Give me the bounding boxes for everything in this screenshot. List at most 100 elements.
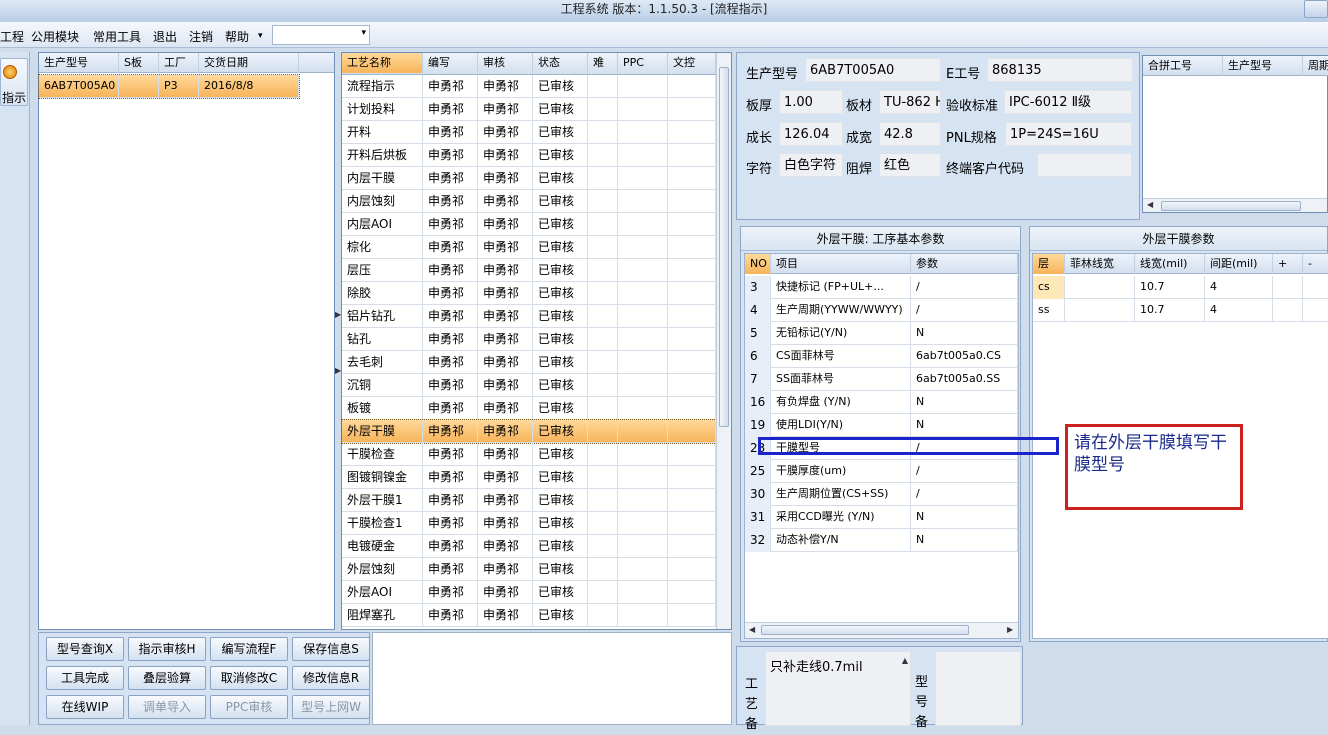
film-cell[interactable] — [1273, 276, 1303, 299]
film-row[interactable]: ss 10.7 4 — [1033, 299, 1328, 322]
process-vscrollbar[interactable] — [716, 53, 731, 629]
process-row[interactable]: 阻焊塞孔 申勇祁 申勇祁 已审核 — [342, 604, 716, 627]
param-cell[interactable]: N — [911, 322, 1018, 345]
publish-model-button[interactable]: 型号上网W — [292, 695, 370, 719]
param-cell[interactable]: N — [911, 506, 1018, 529]
process-row[interactable]: 外层AOI 申勇祁 申勇祁 已审核 — [342, 581, 716, 604]
process-row[interactable]: 电镀硬金 申勇祁 申勇祁 已审核 — [342, 535, 716, 558]
mask-field[interactable]: 红色 — [879, 153, 941, 177]
param-cell[interactable]: / — [911, 483, 1018, 506]
film-cell[interactable]: 10.7 — [1135, 276, 1205, 299]
process-row[interactable]: 内层干膜 申勇祁 申勇祁 已审核 — [342, 167, 716, 190]
col-merge-cycle[interactable]: 周期 — [1303, 56, 1328, 76]
param-row[interactable]: 19 使用LDI(Y/N) N — [745, 414, 1018, 437]
process-row[interactable]: 板镀 申勇祁 申勇祁 已审核 — [342, 397, 716, 420]
process-row[interactable]: 层压 申勇祁 申勇祁 已审核 — [342, 259, 716, 282]
process-row[interactable]: 内层AOI 申勇祁 申勇祁 已审核 — [342, 213, 716, 236]
param-row[interactable]: 4 生产周期(YYWW/WWYY) / — [745, 299, 1018, 322]
scroll-right-icon[interactable]: ▶ — [1007, 625, 1013, 634]
query-model-button[interactable]: 型号查询X — [46, 637, 124, 661]
param-row[interactable]: 32 动态补偿Y/N N — [745, 529, 1018, 552]
scroll-thumb[interactable] — [719, 67, 729, 427]
tool-complete-button[interactable]: 工具完成 — [46, 666, 124, 690]
ppc-review-button[interactable]: PPC审核 — [210, 695, 288, 719]
param-row[interactable]: 16 有负焊盘 (Y/N) N — [745, 391, 1018, 414]
process-row[interactable]: 开料后烘板 申勇祁 申勇祁 已审核 — [342, 144, 716, 167]
process-row[interactable]: 外层干膜1 申勇祁 申勇祁 已审核 — [342, 489, 716, 512]
col-model[interactable]: 生产型号 — [39, 53, 119, 73]
help-dropdown-icon[interactable]: ▾ — [258, 31, 263, 41]
menu-exit[interactable]: 退出 — [153, 28, 177, 45]
film-cell[interactable]: 10.7 — [1135, 299, 1205, 322]
process-row[interactable]: 除胶 申勇祁 申勇祁 已审核 — [342, 282, 716, 305]
e-number-field[interactable]: 868135 — [987, 58, 1133, 82]
param-row[interactable]: 6 CS面菲林号 6ab7t005a0.CS — [745, 345, 1018, 368]
col-plus[interactable]: + — [1273, 254, 1303, 274]
film-cell[interactable] — [1065, 299, 1135, 322]
film-cell[interactable] — [1273, 299, 1303, 322]
col-layer[interactable]: 层 — [1033, 254, 1065, 274]
pnl-field[interactable]: 1P=24S=16U — [1005, 122, 1132, 146]
col-film-linewidth[interactable]: 菲林线宽 — [1065, 254, 1135, 274]
film-cell[interactable] — [1303, 299, 1328, 322]
table-row[interactable]: 6AB7T005A0 P3 2016/8/8 — [38, 74, 300, 99]
menu-common-tools[interactable]: 常用工具 — [93, 28, 141, 45]
menu-common-modules[interactable]: 公用模块 — [31, 28, 79, 45]
param-row[interactable]: 3 快捷标记 (FP+UL+... / — [745, 276, 1018, 299]
film-cell[interactable]: 4 — [1205, 299, 1273, 322]
review-instruction-button[interactable]: 指示审核H — [128, 637, 206, 661]
col-process-name[interactable]: 工艺名称 — [342, 53, 423, 73]
process-notes-field[interactable]: 只补走线0.7mil ▲ — [765, 651, 911, 726]
col-difficulty[interactable]: 难 — [588, 53, 618, 73]
param-cell[interactable]: N — [911, 414, 1018, 437]
cancel-edit-button[interactable]: 取消修改C — [210, 666, 288, 690]
instruction-nav-button[interactable]: 指示 — [0, 58, 28, 106]
material-field[interactable]: TU-862 H — [879, 90, 941, 114]
film-cell[interactable]: cs — [1033, 276, 1065, 299]
width-field[interactable]: 42.8 — [879, 122, 941, 146]
standard-field[interactable]: IPC-6012 Ⅱ级 — [1004, 90, 1132, 114]
process-row[interactable]: 棕化 申勇祁 申勇祁 已审核 — [342, 236, 716, 259]
film-row[interactable]: cs 10.7 4 — [1033, 276, 1328, 299]
toolbar-combo[interactable]: ▾ — [272, 25, 370, 45]
param-cell[interactable]: / — [911, 460, 1018, 483]
save-info-button[interactable]: 保存信息S — [292, 637, 370, 661]
process-row[interactable]: 开料 申勇祁 申勇祁 已审核 — [342, 121, 716, 144]
process-row[interactable]: 钻孔 申勇祁 申勇祁 已审核 — [342, 328, 716, 351]
param-cell[interactable]: / — [911, 276, 1018, 299]
process-row[interactable]: 铝片钻孔 申勇祁 申勇祁 已审核 — [342, 305, 716, 328]
film-cell[interactable] — [1065, 276, 1135, 299]
online-wip-button[interactable]: 在线WIP — [46, 695, 124, 719]
menu-logout[interactable]: 注销 — [189, 28, 213, 45]
process-row[interactable]: 沉铜 申勇祁 申勇祁 已审核 — [342, 374, 716, 397]
col-doc-control[interactable]: 文控 — [668, 53, 716, 73]
param-cell[interactable]: N — [911, 391, 1018, 414]
param-row[interactable]: 31 采用CCD曝光 (Y/N) N — [745, 506, 1018, 529]
modify-info-button[interactable]: 修改信息R — [292, 666, 370, 690]
process-row[interactable]: 干膜检查1 申勇祁 申勇祁 已审核 — [342, 512, 716, 535]
col-author[interactable]: 编写 — [423, 53, 478, 73]
param-row[interactable]: 5 无铅标记(Y/N) N — [745, 322, 1018, 345]
param-cell[interactable]: / — [911, 299, 1018, 322]
process-row[interactable]: 图镀铜镍金 申勇祁 申勇祁 已审核 — [342, 466, 716, 489]
char-field[interactable]: 白色字符 — [779, 153, 843, 177]
col-s-board[interactable]: S板 — [119, 53, 159, 73]
scroll-up-icon[interactable]: ▲ — [902, 656, 908, 665]
col-spacing[interactable]: 间距(mil) — [1205, 254, 1273, 274]
col-factory[interactable]: 工厂 — [159, 53, 199, 73]
col-linewidth[interactable]: 线宽(mil) — [1135, 254, 1205, 274]
menu-project[interactable]: 工程 — [0, 28, 24, 45]
length-field[interactable]: 126.04 — [779, 122, 843, 146]
col-merge-number[interactable]: 合拼工号 — [1143, 56, 1223, 76]
customer-code-field[interactable] — [1037, 153, 1132, 177]
film-cell[interactable]: ss — [1033, 299, 1065, 322]
process-row[interactable]: 外层干膜 申勇祁 申勇祁 已审核 — [341, 419, 717, 444]
col-param[interactable]: 参数 — [911, 254, 1018, 274]
process-row[interactable]: 干膜检查 申勇祁 申勇祁 已审核 — [342, 443, 716, 466]
scroll-thumb[interactable] — [1161, 201, 1301, 211]
param-row[interactable]: 30 生产周期位置(CS+SS) / — [745, 483, 1018, 506]
model-notes-field[interactable] — [935, 651, 1021, 726]
param-row[interactable]: 25 干膜厚度(um) / — [745, 460, 1018, 483]
basic-params-hscrollbar[interactable]: ◀ ▶ — [745, 622, 1018, 638]
param-cell[interactable]: 6ab7t005a0.SS — [911, 368, 1018, 391]
